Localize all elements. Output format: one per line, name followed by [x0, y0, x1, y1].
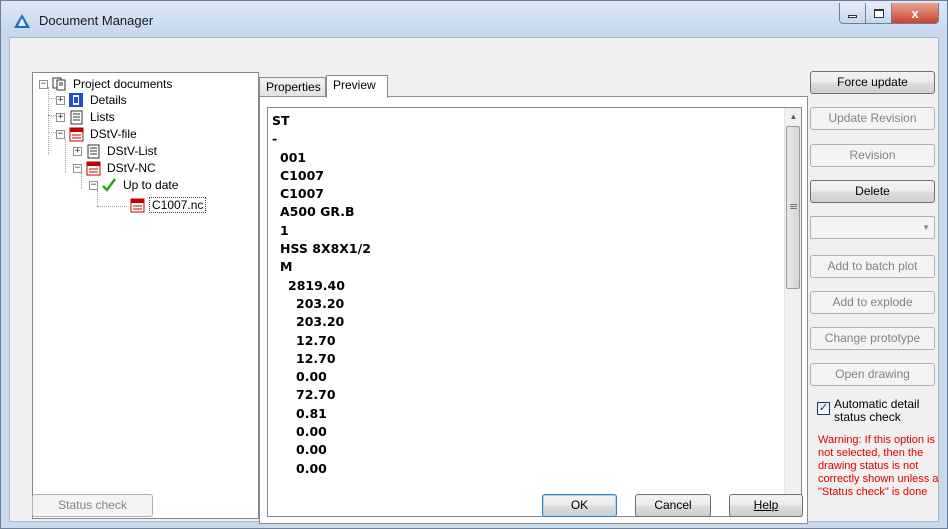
expand-toggle[interactable]: + — [56, 112, 65, 122]
expand-toggle[interactable]: + — [73, 146, 82, 156]
tree-node-details[interactable]: + Details — [56, 92, 129, 108]
tree-label: Lists — [90, 110, 115, 124]
preview-line: C1007 — [280, 186, 324, 202]
tree-node-up-to-date[interactable]: − Up to date — [89, 177, 180, 193]
preview-line: 0.00 — [296, 369, 327, 385]
list-icon — [68, 109, 84, 125]
preview-line: 001 — [280, 149, 307, 165]
cancel-button[interactable]: Cancel — [635, 494, 711, 517]
list-icon — [85, 143, 101, 159]
document-manager-window: Document Manager x − Project documents +… — [0, 0, 948, 529]
preview-text-area[interactable]: ST -001 C1007 C1007 A500 GR.B 1 HSS 8X8X1/2 M 28… — [267, 107, 802, 517]
dstv-file-icon — [68, 126, 84, 142]
tree-label: C1007.nc — [149, 197, 207, 213]
tree-node-dstv-list[interactable]: + DStV-List — [73, 143, 159, 159]
preview-line: 12.70 — [296, 332, 336, 348]
preview-line: A500 GR.B — [280, 204, 355, 220]
preview-line: 203.20 — [296, 314, 345, 330]
maximize-button[interactable] — [866, 3, 892, 24]
preview-line: 0.00 — [296, 424, 327, 440]
force-update-button[interactable]: Force update — [810, 71, 935, 94]
app-icon — [14, 14, 30, 28]
change-prototype-button[interactable]: Change prototype — [810, 327, 935, 350]
revision-button[interactable]: Revision — [810, 144, 935, 167]
tree-label: Details — [90, 93, 127, 107]
status-check-button[interactable]: Status check — [32, 494, 153, 517]
tree-node-project-documents[interactable]: − Project documents — [39, 76, 174, 92]
scroll-thumb[interactable] — [786, 126, 800, 289]
collapse-toggle[interactable]: − — [56, 129, 65, 139]
chevron-down-icon: ▼ — [922, 223, 930, 232]
checkmark-icon — [101, 177, 117, 193]
open-drawing-button[interactable]: Open drawing — [810, 363, 935, 386]
help-button[interactable]: Help — [729, 494, 803, 517]
tab-preview[interactable]: Preview — [326, 75, 388, 98]
preview-line: M — [280, 259, 293, 275]
automatic-status-check-checkbox[interactable]: ✓ — [817, 402, 830, 415]
tree-node-lists[interactable]: + Lists — [56, 109, 117, 125]
tree-label: DStV-file — [90, 127, 137, 141]
preview-line: 0.81 — [296, 405, 327, 421]
document-tree[interactable]: − Project documents + Details + Lists − … — [32, 72, 259, 519]
preview-line: 72.70 — [296, 387, 336, 403]
close-icon: x — [911, 5, 919, 21]
preview-line: HSS 8X8X1/2 — [280, 241, 371, 257]
preview-lines: ST -001 C1007 C1007 A500 GR.B 1 HSS 8X8X1/2 M 28… — [272, 112, 371, 478]
maximize-icon — [873, 8, 884, 18]
minimize-icon — [848, 14, 857, 18]
preview-line: C1007 — [280, 167, 324, 183]
automatic-status-check-label: Automatic detail status check — [834, 397, 920, 424]
update-revision-button[interactable]: Update Revision — [810, 107, 935, 130]
add-to-explode-button[interactable]: Add to explode — [810, 291, 935, 314]
scroll-up-icon[interactable]: ▲ — [785, 108, 801, 125]
collapse-toggle[interactable]: − — [89, 180, 98, 190]
minimize-button[interactable] — [839, 3, 866, 24]
tree-node-dstv-file[interactable]: − DStV-file — [56, 126, 139, 142]
nc-file-icon — [129, 197, 145, 213]
documents-icon — [51, 76, 67, 92]
add-to-batch-plot-button[interactable]: Add to batch plot — [810, 255, 935, 278]
tree-node-c1007-nc[interactable]: C1007.nc — [129, 197, 207, 213]
dstv-nc-icon — [85, 160, 101, 176]
preview-line: 0.00 — [296, 442, 327, 458]
ok-button[interactable]: OK — [542, 494, 617, 517]
preview-line: 2819.40 — [288, 277, 345, 293]
preview-line: 12.70 — [296, 350, 336, 366]
close-button[interactable]: x — [892, 3, 939, 24]
warning-text: Warning: If this option is not selected,… — [818, 434, 939, 498]
tab-properties[interactable]: Properties — [259, 77, 326, 97]
option-dropdown[interactable]: ▼ — [810, 216, 935, 239]
collapse-toggle[interactable]: − — [73, 163, 82, 173]
tree-label: Project documents — [73, 77, 173, 91]
collapse-toggle[interactable]: − — [39, 79, 48, 89]
tree-label: DStV-List — [107, 144, 158, 158]
preview-scrollbar[interactable]: ▲ ▼ — [784, 108, 801, 516]
dialog-client-area: − Project documents + Details + Lists − … — [9, 37, 939, 524]
tree-label: DStV-NC — [107, 161, 156, 175]
preview-line: 203.20 — [296, 295, 345, 311]
window-title: Document Manager — [39, 13, 154, 28]
preview-line: - — [272, 131, 278, 147]
tree-label: Up to date — [123, 178, 179, 192]
details-icon — [68, 92, 84, 108]
delete-button[interactable]: Delete — [810, 180, 935, 203]
preview-line: ST — [272, 113, 290, 128]
preview-line: 0.00 — [296, 460, 327, 476]
help-label: Help — [753, 498, 779, 512]
title-bar[interactable]: Document Manager x — [1, 1, 947, 37]
tree-node-dstv-nc[interactable]: − DStV-NC — [73, 160, 158, 176]
preview-line: 1 — [280, 222, 289, 238]
preview-panel: ST -001 C1007 C1007 A500 GR.B 1 HSS 8X8X1/2 M 28… — [259, 96, 808, 524]
expand-toggle[interactable]: + — [56, 95, 65, 105]
